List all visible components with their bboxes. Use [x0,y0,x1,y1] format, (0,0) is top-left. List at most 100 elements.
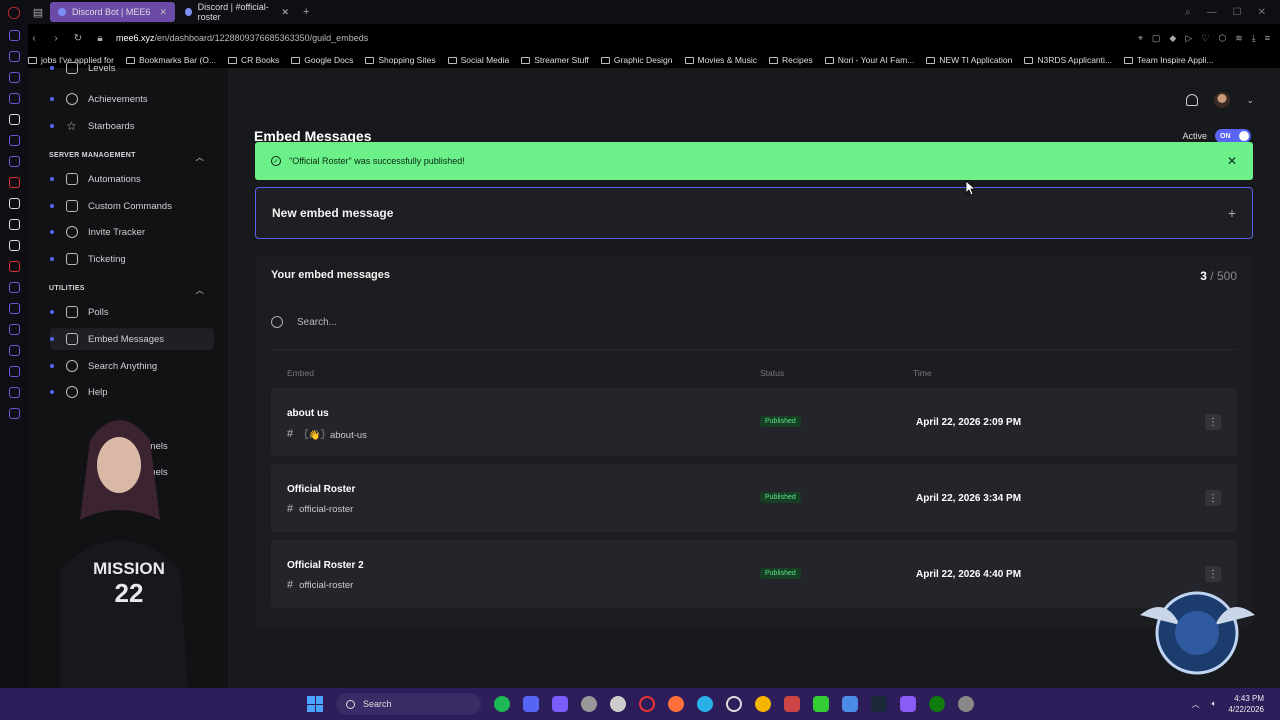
pinboard-icon[interactable] [8,324,20,335]
tiktok-icon[interactable] [8,198,20,209]
bookmark-item[interactable]: Nori - Your AI Fam... [824,55,914,65]
youtube-icon[interactable] [8,261,20,272]
tab-menu-icon[interactable]: ▤ [28,6,48,19]
player-icon[interactable] [8,282,20,293]
close-icon[interactable]: ✕ [1227,154,1237,168]
firefox-icon[interactable] [668,696,684,712]
table-row[interactable]: about us # 〖👋〗about-us Published April 22… [271,388,1237,456]
more-options-icon[interactable]: ⋮ [1205,414,1221,430]
bookmark-item[interactable]: Social Media [447,55,509,65]
more-options-icon[interactable]: ⋮ [1205,490,1221,506]
discord-icon[interactable] [8,240,20,251]
edge-icon[interactable] [697,696,713,712]
download-icon[interactable]: ⤓ [1252,33,1256,44]
tab-discord[interactable]: Discord | #official-roster ✕ [177,2,297,22]
close-icon[interactable]: ✕ [281,7,289,18]
x-icon[interactable] [8,219,20,230]
grid-app-icon[interactable] [552,696,568,712]
settings-icon[interactable] [958,696,974,712]
workspace-icon[interactable] [8,51,20,62]
discord-taskbar-icon[interactable] [523,696,539,712]
volume-icon[interactable]: 🔈︎ [1212,699,1217,709]
sidebar-item-ticketing[interactable]: Ticketing [50,248,214,270]
chrome-icon[interactable] [755,696,771,712]
sidebar-item-custom-commands[interactable]: Custom Commands [50,195,214,217]
table-row[interactable]: Official Roster 2 # official-roster Publi… [271,540,1237,608]
tab-mee6[interactable]: Discord Bot | MEE6 ✕ [50,2,175,22]
xbox-icon[interactable] [929,696,945,712]
obs-icon[interactable] [610,696,626,712]
shield-icon[interactable]: ◆ [1169,33,1176,44]
sidebar-item-polls[interactable]: Polls [50,301,214,323]
section-server-management[interactable]: SERVER MANAGEMENT ︿ [49,152,204,163]
bookmark-item[interactable]: Google Docs [291,55,353,65]
app-icon[interactable] [784,696,800,712]
new-embed-button[interactable]: New embed message + [255,187,1253,239]
instagram-icon[interactable] [8,177,20,188]
bookmark-item[interactable]: Movies & Music [684,55,757,65]
sidebar-item-invite-tracker[interactable]: Invite Tracker [50,221,214,243]
favorites-icon[interactable] [8,303,20,314]
opera-taskbar-icon[interactable] [639,696,655,712]
chevron-down-icon[interactable]: ⌄ [1246,95,1254,106]
bookmark-item[interactable]: Recipes [769,55,813,65]
bookmark-item[interactable]: Shopping Sites [365,55,436,65]
bookmark-item[interactable]: Graphic Design [600,55,673,65]
sidebar-item-embed-messages[interactable]: Embed Messages [50,328,214,350]
chatgpt-icon[interactable] [8,114,20,125]
sidebar-item-achievements[interactable]: Achievements [50,88,214,110]
sidebar-item-levels[interactable]: Levels [50,62,214,74]
bookmark-item[interactable]: Streamer Stuff [521,55,589,65]
downloads-icon[interactable] [8,366,20,377]
minimize-icon[interactable]: — [1207,7,1217,18]
messenger-icon[interactable] [8,93,20,104]
heart-icon[interactable]: ♡ [1201,33,1209,44]
twitch-taskbar-icon[interactable] [900,696,916,712]
sidebar-item-automations[interactable]: Automations [50,168,214,190]
maximize-icon[interactable]: ☐ [1233,7,1242,18]
close-icon[interactable]: ✕ [159,7,167,18]
app-icon[interactable] [726,696,742,712]
chevron-up-icon[interactable]: ︿ [1192,699,1200,710]
avatar[interactable] [1214,92,1231,108]
search-input[interactable] [297,316,697,328]
snapshot-icon[interactable]: ▢ [1152,33,1161,44]
url-field[interactable]: mee6.xyz/en/dashboard/122880937668536335… [116,33,368,43]
section-utilities[interactable]: UTILITIES ︿ [49,285,204,296]
app-icon[interactable] [813,696,829,712]
search-tabs-icon[interactable]: ⌕ [1185,7,1191,18]
facebook-messenger-icon[interactable] [8,156,20,167]
forward-icon[interactable]: › [50,33,62,44]
history-icon[interactable] [8,345,20,356]
active-toggle[interactable]: ON [1215,129,1251,143]
opera-logo-icon[interactable]: ◯ [0,5,28,19]
clock[interactable]: 4:43 PM 4/22/2026 [1228,693,1264,715]
steam-icon[interactable] [871,696,887,712]
vpn-icon[interactable]: ≋ [1235,33,1243,44]
twitch-icon[interactable] [8,135,20,146]
bookmark-item[interactable]: N3RDS Applicanti... [1024,55,1112,65]
reload-icon[interactable]: ↻ [72,33,84,44]
app-icon[interactable] [581,696,597,712]
sidebar-item-search-anything[interactable]: Search Anything [50,355,214,377]
extensions-sidebar-icon[interactable] [8,387,20,398]
bookmark-item[interactable]: CR Books [227,55,279,65]
sidebar-item-starboards[interactable]: ☆ Starboards [50,115,214,137]
app-icon[interactable] [8,72,20,83]
back-icon[interactable]: ‹ [28,33,40,44]
play-icon[interactable]: ▷ [1185,33,1192,44]
close-window-icon[interactable]: ✕ [1258,7,1266,18]
pin-icon[interactable]: ⌖ [1138,33,1143,44]
menu-icon[interactable]: ≡ [1265,33,1270,44]
windows-start-icon[interactable] [307,696,323,712]
bookmark-item[interactable]: Team Inspire Appli... [1124,55,1214,65]
bell-icon[interactable] [1186,94,1199,106]
aria-icon[interactable] [8,30,20,41]
new-tab-icon[interactable]: + [303,6,309,18]
bookmark-item[interactable]: NEW TI Application [926,55,1012,65]
table-row[interactable]: Official Roster # official-roster Publish… [271,464,1237,532]
notepad-icon[interactable] [842,696,858,712]
taskbar-search[interactable]: Search [336,693,481,715]
settings-icon[interactable] [8,408,20,419]
spotify-icon[interactable] [494,696,510,712]
